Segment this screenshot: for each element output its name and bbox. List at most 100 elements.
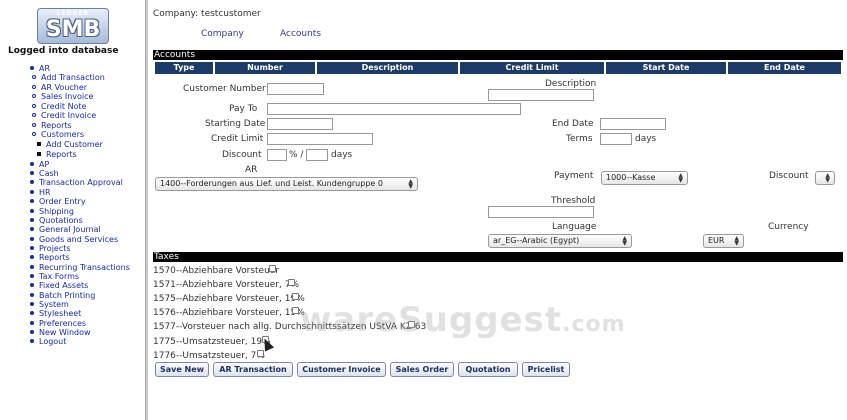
watermark-suffix: .com: [562, 312, 626, 337]
sidebar-item-transaction-approval[interactable]: Transaction Approval: [30, 178, 123, 187]
sidebar-item-label: Preferences: [39, 319, 87, 328]
logo-top-text: LEDGER: [56, 10, 90, 17]
discount-percent-input[interactable]: [267, 149, 287, 161]
ar-account-value: 1400--Forderungen aus Lief. und Leist. K…: [160, 179, 383, 188]
sidebar-item-preferences[interactable]: Preferences: [30, 319, 86, 328]
sidebar-item-reports[interactable]: Reports: [37, 150, 77, 159]
sidebar-item-system[interactable]: System: [30, 300, 69, 309]
sidebar-item-recurring-transactions[interactable]: Recurring Transactions: [30, 263, 130, 272]
tab-company[interactable]: Company: [201, 29, 244, 39]
bullet-icon: [30, 245, 34, 250]
currency-select[interactable]: EUR ▲ ▼: [703, 234, 744, 248]
bullet-icon: [30, 310, 34, 315]
threshold-input[interactable]: [488, 206, 594, 218]
sidebar-item-label: System: [39, 300, 69, 309]
sidebar-item-order-entry[interactable]: Order Entry: [30, 197, 86, 206]
tax-checkbox-1776[interactable]: [257, 350, 264, 357]
language-select[interactable]: ar_EG--Arabic (Egypt) ▲ ▼: [488, 234, 632, 248]
login-status: Logged into database: [8, 46, 119, 56]
sidebar-item-batch-printing[interactable]: Batch Printing: [30, 291, 95, 300]
sidebar-item-label: Batch Printing: [39, 291, 96, 300]
tax-checkbox-1571[interactable]: [288, 279, 295, 286]
sidebar-item-stylesheet[interactable]: Stylesheet: [30, 309, 81, 318]
payment-select[interactable]: 1000--Kasse ▲ ▼: [601, 171, 688, 185]
tab-accounts[interactable]: Accounts: [280, 29, 321, 39]
sidebar-item-credit-note[interactable]: Credit Note: [32, 102, 87, 111]
select-arrows-icon: ▲ ▼: [825, 172, 830, 184]
sidebar-item-sales-invoice[interactable]: Sales Invoice: [32, 92, 93, 101]
end-date-input[interactable]: [600, 118, 666, 130]
watermark-main: wareSuggest: [300, 300, 563, 340]
tax-checkbox-1575[interactable]: [292, 293, 299, 300]
tax-item: 1576--Abziehbare Vorsteuer, 15%: [153, 308, 305, 318]
select-arrows-icon: ▲ ▼: [408, 178, 413, 190]
sidebar-item-tax-forms[interactable]: Tax Forms: [30, 272, 79, 281]
customer-invoice-button[interactable]: Customer Invoice: [297, 362, 386, 377]
bullet-icon: [30, 170, 34, 175]
bullet-icon: [32, 131, 36, 136]
sidebar-item-label: AR Voucher: [41, 83, 88, 92]
sidebar-item-new-window[interactable]: New Window: [30, 328, 91, 337]
sidebar-item-label: Reports: [41, 121, 72, 130]
description-input[interactable]: [488, 89, 594, 101]
sidebar-item-shipping[interactable]: Shipping: [30, 207, 74, 216]
sidebar-item-customers[interactable]: Customers: [32, 130, 84, 139]
sidebar-item-general-journal[interactable]: General Journal: [30, 225, 101, 234]
sidebar-item-quotations[interactable]: Quotations: [30, 216, 83, 225]
sidebar-item-logout[interactable]: Logout: [30, 337, 66, 346]
pay-to-input[interactable]: [267, 103, 521, 115]
sidebar-item-label: HR: [39, 188, 51, 197]
ar-account-select[interactable]: 1400--Forderungen aus Lief. und Leist. K…: [155, 177, 418, 191]
customer-number-input[interactable]: [267, 83, 324, 95]
sidebar-item-projects[interactable]: Projects: [30, 244, 71, 253]
column-end-date: End Date: [728, 62, 841, 74]
bullet-icon: [30, 292, 34, 297]
sidebar-item-label: Reports: [39, 253, 70, 262]
sidebar-item-add-transaction[interactable]: Add Transaction: [32, 73, 105, 82]
sidebar-item-ar-voucher[interactable]: AR Voucher: [32, 83, 87, 92]
tax-checkbox-1570[interactable]: [269, 265, 276, 272]
sidebar-item-goods-and-services[interactable]: Goods and Services: [30, 235, 118, 244]
sidebar-item-add-customer[interactable]: Add Customer: [37, 140, 103, 149]
accounts-section-bar: Accounts: [153, 50, 843, 60]
starting-date-input[interactable]: [267, 118, 333, 130]
sidebar-item-reports[interactable]: Reports: [32, 121, 72, 130]
language-label: Language: [552, 222, 597, 232]
end-date-label: End Date: [552, 119, 594, 129]
description-label: Description: [545, 79, 597, 89]
payment-label: Payment: [554, 171, 594, 181]
bullet-icon: [30, 320, 34, 325]
quotation-button[interactable]: Quotation: [458, 362, 518, 377]
sidebar-item-fixed-assets[interactable]: Fixed Assets: [30, 281, 88, 290]
discount-label: Discount: [222, 150, 262, 160]
sidebar-item-label: Tax Forms: [39, 272, 80, 281]
sidebar-item-cash[interactable]: Cash: [30, 169, 59, 178]
sidebar-item-hr[interactable]: HR: [30, 188, 51, 197]
sidebar-item-credit-invoice[interactable]: Credit Invoice: [32, 111, 96, 120]
payment-value: 1000--Kasse: [606, 173, 656, 182]
bullet-icon: [30, 264, 34, 269]
discount-days-input[interactable]: [306, 149, 328, 161]
sidebar-item-label: Transaction Approval: [39, 178, 123, 187]
credit-limit-input[interactable]: [267, 133, 373, 145]
bullet-icon: [30, 65, 34, 70]
sidebar-item-label: Cash: [39, 169, 59, 178]
threshold-label: Threshold: [551, 196, 596, 206]
terms-input[interactable]: [600, 133, 632, 145]
bullet-icon: [32, 74, 36, 79]
ar-transaction-button[interactable]: AR Transaction: [213, 362, 293, 377]
sidebar-item-ar[interactable]: AR: [30, 64, 50, 73]
bullet-icon: [32, 93, 36, 98]
currency-value: EUR: [708, 236, 725, 245]
tax-checkbox-1576[interactable]: [292, 307, 299, 314]
bullet-icon: [30, 236, 34, 241]
sales-order-button[interactable]: Sales Order: [390, 362, 454, 377]
save-new-button[interactable]: Save New: [155, 362, 209, 377]
pricelist-button[interactable]: Pricelist: [522, 362, 570, 377]
column-number: Number: [215, 62, 315, 74]
bullet-icon: [30, 338, 34, 343]
sidebar-item-reports[interactable]: Reports: [30, 253, 70, 262]
discount2-select[interactable]: ▲ ▼: [815, 171, 835, 185]
sidebar-item-ap[interactable]: AP: [30, 160, 49, 169]
bullet-icon: [32, 84, 36, 89]
